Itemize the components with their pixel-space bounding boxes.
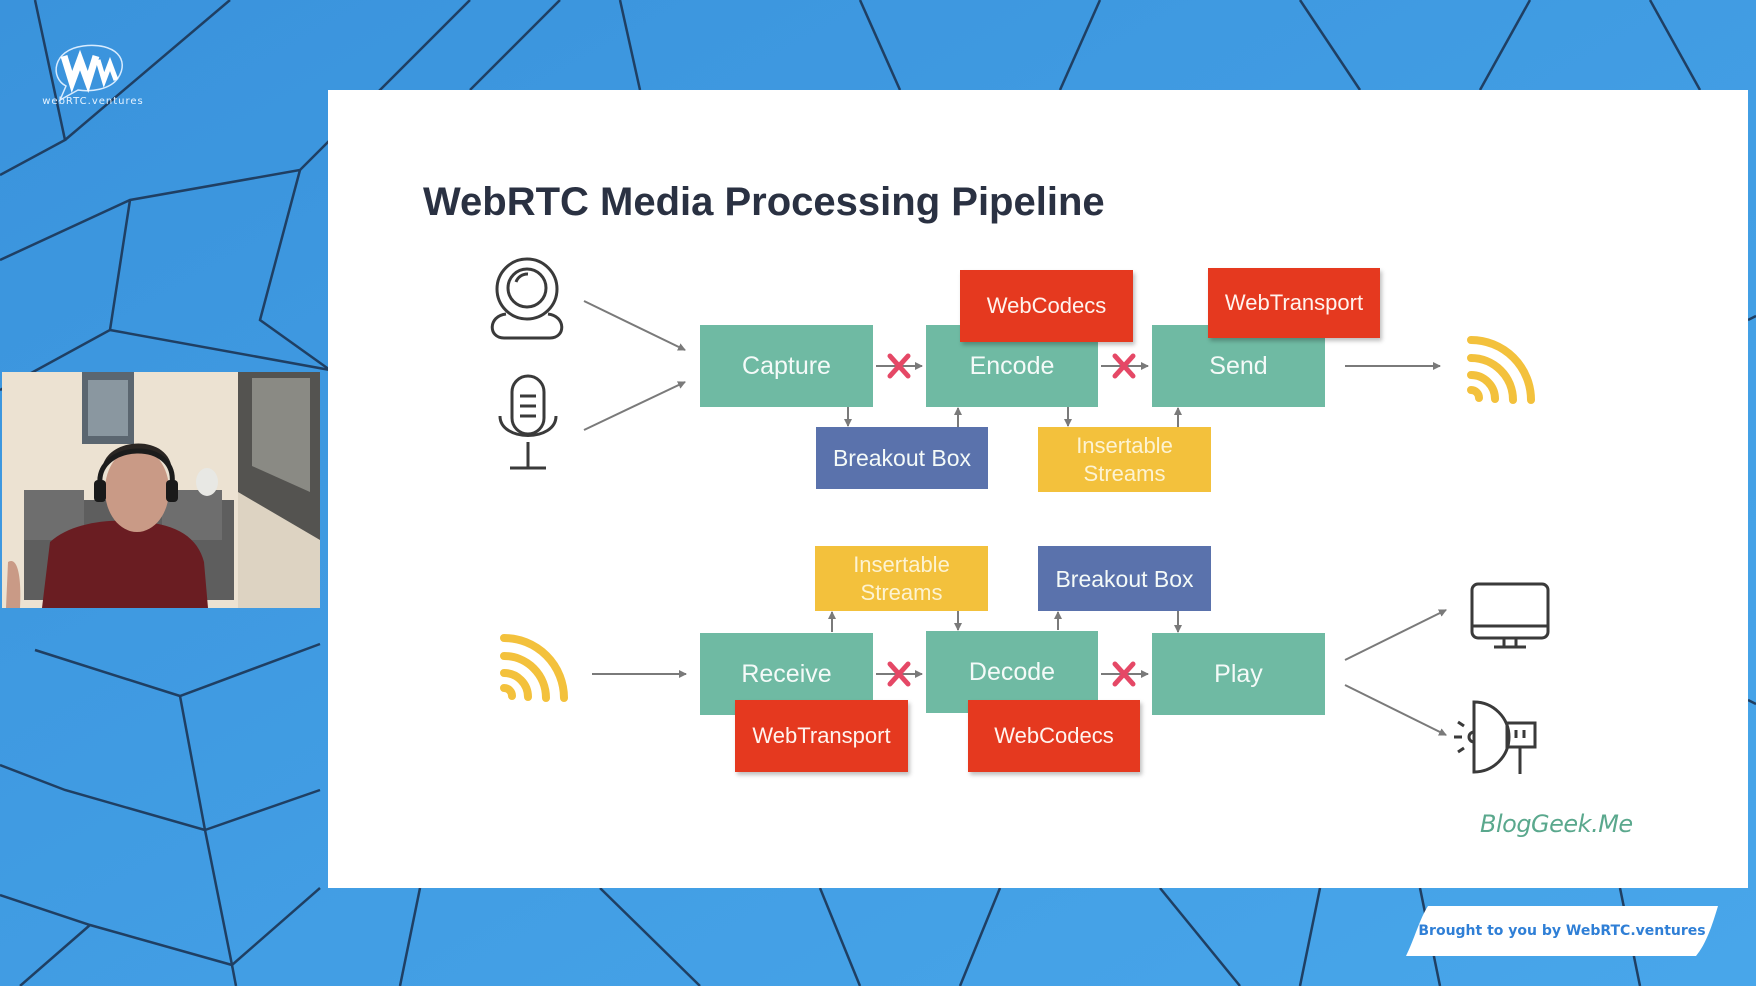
api-webtransport-receive: WebTransport — [735, 700, 908, 772]
wifi-signal-in-icon — [500, 634, 568, 702]
presenter-sweater — [42, 520, 208, 608]
slide-title: WebRTC Media Processing Pipeline — [423, 180, 1105, 224]
hook-breakout-box-receive: Breakout Box — [1038, 546, 1211, 611]
api-webcodecs-encode: WebCodecs — [960, 270, 1133, 342]
blocked-x-icon — [887, 353, 911, 379]
microphone-icon — [498, 374, 558, 470]
hook-breakout-box-send: Breakout Box — [816, 427, 988, 489]
camera-icon — [490, 257, 564, 340]
arrow-mic-to-capture — [583, 381, 686, 431]
wifi-signal-out-icon — [1467, 336, 1535, 404]
presentation-slide: WebRTC Media Processing Pipeline Capture… — [328, 90, 1748, 888]
stage-play: Play — [1152, 633, 1325, 715]
bloggeek-watermark: BlogGeek.Me — [1480, 810, 1633, 838]
presenter-face — [105, 448, 169, 532]
logo-text: webRTC.ventures — [42, 96, 144, 107]
stage-capture: Capture — [700, 325, 873, 407]
hook-insertable-streams-send: Insertable Streams — [1038, 427, 1211, 492]
api-webcodecs-decode: WebCodecs — [968, 700, 1140, 772]
arrow-camera-to-capture — [583, 300, 686, 351]
presenter-webcam-video — [2, 372, 320, 608]
presenter-video-frame — [2, 372, 320, 608]
blocked-x-icon — [1112, 353, 1136, 379]
blocked-x-icon — [1112, 661, 1136, 687]
monitor-icon — [1470, 582, 1550, 649]
speaker-icon — [1454, 700, 1537, 774]
arrow-play-to-monitor — [1344, 609, 1447, 661]
blocked-x-icon — [887, 661, 911, 687]
api-webtransport-send: WebTransport — [1208, 268, 1380, 338]
hook-insertable-streams-receive: Insertable Streams — [815, 546, 988, 611]
arrow-play-to-speaker — [1344, 684, 1447, 736]
footer-banner-text: Brought to you by WebRTC.ventures — [1418, 923, 1706, 939]
